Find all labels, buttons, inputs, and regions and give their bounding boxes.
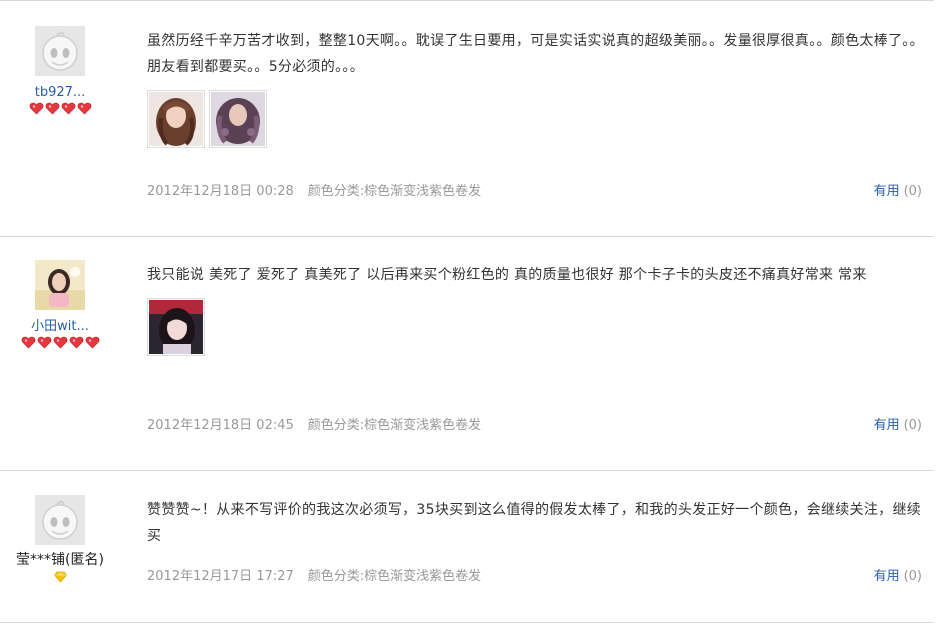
review-spec: 颜色分类:棕色渐变浅紫色卷发 xyxy=(307,418,482,433)
yellow-diamond-icon xyxy=(53,571,67,583)
reviewer-info: tb927... xyxy=(0,26,120,116)
review-photos xyxy=(147,90,932,148)
review-item: tb927... 虽然历经千辛万苦才收到，整整10天啊。。耽误了生日要用，可是实… xyxy=(0,0,934,237)
review-content: 赞赞赞~！从来不写评价的我这次必须写，35块买到这么值得的假发太棒了，和我的头发… xyxy=(147,497,932,549)
review-meta: 2012年12月17日 17:27 颜色分类:棕色渐变浅紫色卷发 xyxy=(147,565,481,584)
review-content: 我只能说 美死了 爱死了 真美死了 以后再来买个粉红色的 真的质量也很好 那个卡… xyxy=(147,262,932,356)
reviewer-rank xyxy=(0,571,120,585)
red-heart-icon xyxy=(29,102,43,115)
useful-button[interactable]: 有用 xyxy=(874,569,900,584)
review-item: 小田wit... 我只能说 美死了 爱死了 真美死了 以后再来买个粉红色的 真的… xyxy=(0,236,934,471)
review-date: 2012年12月18日 02:45 xyxy=(147,418,294,433)
reviewer-info: 莹***铺(匿名) xyxy=(0,495,120,585)
reviewer-name: 莹***铺(匿名) xyxy=(16,552,104,568)
default-avatar-icon[interactable] xyxy=(35,26,85,76)
review-date: 2012年12月17日 17:27 xyxy=(147,569,294,584)
useful-vote: 有用 (0) xyxy=(874,565,922,584)
red-heart-icon xyxy=(37,336,51,349)
review-text: 虽然历经千辛万苦才收到，整整10天啊。。耽误了生日要用，可是实话实说真的超级美丽… xyxy=(147,33,924,75)
review-spec: 颜色分类:棕色渐变浅紫色卷发 xyxy=(307,569,482,584)
review-content: 虽然历经千辛万苦才收到，整整10天啊。。耽误了生日要用，可是实话实说真的超级美丽… xyxy=(147,28,932,148)
review-photo-thumbnail[interactable] xyxy=(147,90,205,148)
review-spec: 颜色分类:棕色渐变浅紫色卷发 xyxy=(307,184,482,199)
useful-count: (0) xyxy=(903,184,922,199)
review-photos xyxy=(147,298,932,356)
review-meta: 2012年12月18日 02:45 颜色分类:棕色渐变浅紫色卷发 xyxy=(147,414,481,433)
red-heart-icon xyxy=(53,336,67,349)
useful-count: (0) xyxy=(903,418,922,433)
user-photo-avatar-icon[interactable] xyxy=(35,260,85,310)
review-item: 莹***铺(匿名) 赞赞赞~！从来不写评价的我这次必须写，35块买到这么值得的假… xyxy=(0,470,934,623)
useful-button[interactable]: 有用 xyxy=(874,418,900,433)
red-heart-icon xyxy=(45,102,59,115)
review-date: 2012年12月18日 00:28 xyxy=(147,184,294,199)
useful-button[interactable]: 有用 xyxy=(874,184,900,199)
review-text: 我只能说 美死了 爱死了 真美死了 以后再来买个粉红色的 真的质量也很好 那个卡… xyxy=(147,267,867,283)
useful-count: (0) xyxy=(903,569,922,584)
reviewer-rank xyxy=(0,102,120,116)
red-heart-icon xyxy=(61,102,75,115)
useful-vote: 有用 (0) xyxy=(874,180,922,199)
reviewer-name-link[interactable]: tb927... xyxy=(0,85,120,101)
red-heart-icon xyxy=(85,336,99,349)
reviewer-rank xyxy=(0,336,120,350)
red-heart-icon xyxy=(77,102,91,115)
review-text: 赞赞赞~！从来不写评价的我这次必须写，35块买到这么值得的假发太棒了，和我的头发… xyxy=(147,502,922,544)
review-photo-thumbnail[interactable] xyxy=(147,298,205,356)
red-heart-icon xyxy=(69,336,83,349)
red-heart-icon xyxy=(21,336,35,349)
reviewer-info: 小田wit... xyxy=(0,260,120,350)
default-avatar-icon[interactable] xyxy=(35,495,85,545)
review-photo-thumbnail[interactable] xyxy=(209,90,267,148)
review-meta: 2012年12月18日 00:28 颜色分类:棕色渐变浅紫色卷发 xyxy=(147,180,481,199)
reviewer-name-link[interactable]: 小田wit... xyxy=(0,319,120,335)
useful-vote: 有用 (0) xyxy=(874,414,922,433)
